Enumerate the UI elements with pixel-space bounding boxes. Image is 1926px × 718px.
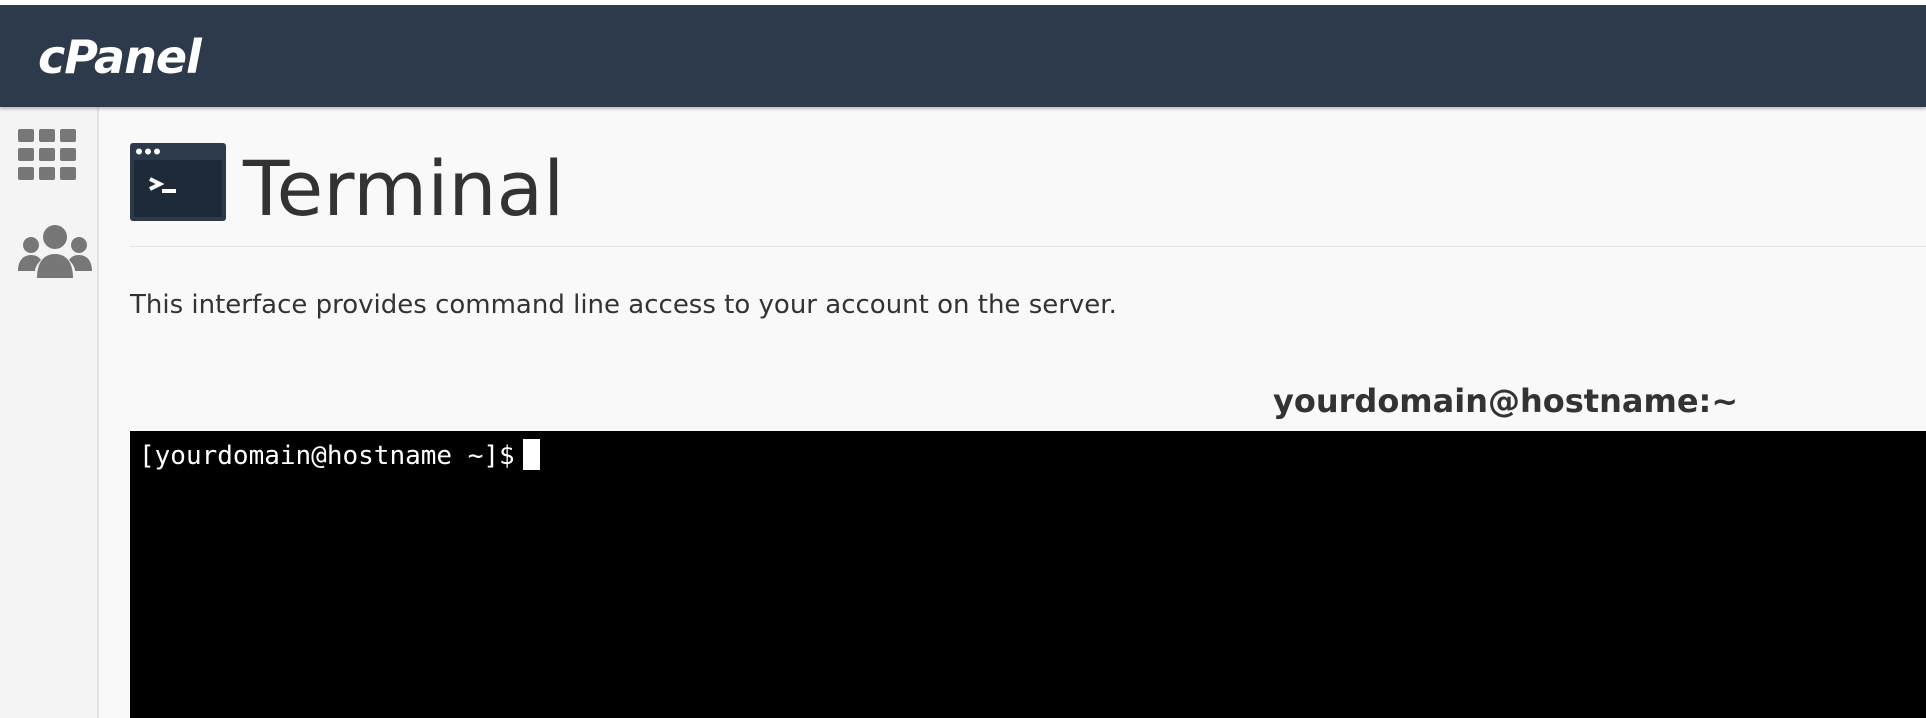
terminal-icon-graphic [130, 143, 226, 221]
title-divider [130, 246, 1926, 247]
page-title: Terminal [243, 144, 565, 233]
top-header: cPanel [0, 5, 1926, 107]
cpanel-logo[interactable]: cPanel [38, 31, 202, 83]
terminal-screen[interactable]: [yourdomain@hostname ~]$ [130, 431, 1926, 718]
grid-icon[interactable] [18, 129, 78, 185]
sidebar [0, 107, 99, 718]
main-content: Terminal This interface provides command… [99, 107, 1926, 718]
terminal-prompt: [yourdomain@hostname ~]$ [139, 441, 515, 471]
terminal-cursor [522, 439, 540, 470]
terminal-window-title: yourdomain@hostname:~ [1273, 382, 1739, 420]
users-icon-graphic [18, 225, 92, 278]
terminal-prompt-line: [yourdomain@hostname ~]$ [139, 439, 540, 473]
grid-icon-graphic [18, 129, 76, 180]
page-description: This interface provides command line acc… [130, 290, 1117, 320]
terminal-icon [130, 143, 226, 225]
users-icon[interactable] [18, 224, 92, 282]
